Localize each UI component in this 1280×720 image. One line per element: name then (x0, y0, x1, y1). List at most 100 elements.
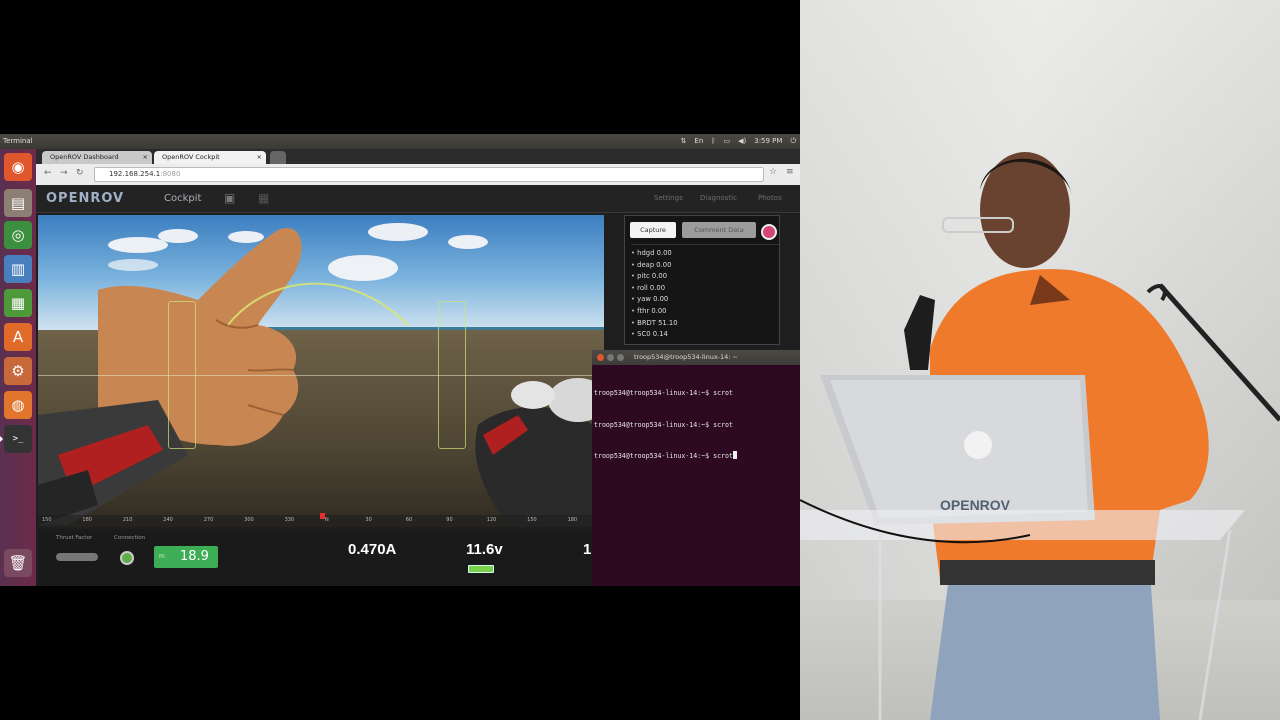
sound-icon[interactable]: ⇅ (681, 134, 687, 149)
firefox-icon[interactable]: ◍ (4, 391, 32, 419)
clock[interactable]: 3:59 PM (754, 134, 782, 149)
tab-dashboard[interactable]: OpenROV Dashboard × (42, 151, 152, 164)
speaker-photo: OPENROV (800, 0, 1280, 720)
url-port: :8080 (160, 170, 181, 178)
telemetry-item: yaw 0.00 (631, 294, 779, 306)
compass-tick: 30 (365, 517, 372, 523)
cockpit-header: OPENROV Cockpit ▣ ▦ Settings Diagnostic … (36, 185, 800, 213)
rov-hull-parts (38, 378, 604, 527)
trash-icon[interactable]: 🗑 (4, 549, 32, 577)
dash-icon[interactable]: ◉ (4, 153, 32, 181)
terminal-icon[interactable]: >_ (0, 425, 32, 453)
close-icon[interactable]: × (143, 151, 148, 164)
current-readout: 0.470A (348, 541, 397, 558)
active-app-name: Terminal (3, 137, 33, 145)
chrome-icon[interactable]: ◎ (4, 221, 32, 249)
writer-icon[interactable]: ▥ (4, 255, 32, 283)
photos-link[interactable]: Photos (758, 194, 782, 202)
depth-gauge-left (168, 301, 196, 449)
openrov-logo: OPENROV (46, 191, 125, 206)
telemetry-item: pitc 0.00 (631, 271, 779, 283)
comment-data-button[interactable]: Comment Data (682, 222, 756, 238)
battery-icon (468, 565, 494, 573)
address-bar: ← → ↻ 192.168.254.1:8080 ☆ ≡ (36, 164, 800, 185)
compass-tick: 300 (244, 517, 254, 523)
tab-cockpit[interactable]: OpenROV Cockpit × (154, 151, 266, 164)
tab-label: OpenROV Dashboard (50, 153, 119, 161)
reload-icon[interactable]: ↻ (76, 168, 84, 178)
compass-tick: N (325, 517, 329, 523)
capture-button[interactable]: Capture (630, 222, 676, 238)
cloud (368, 223, 428, 241)
compass-tick: 90 (446, 517, 453, 523)
diagnostic-link[interactable]: Diagnostic (700, 194, 737, 202)
bluetooth-icon[interactable]: ᛒ (711, 134, 715, 149)
compass-tick: 60 (405, 517, 413, 523)
compass-tick: 330 (284, 517, 295, 523)
telemetry-item: deap 0.00 (631, 260, 779, 272)
tab-label: OpenROV Cockpit (162, 153, 220, 161)
compass-tick: 270 (203, 517, 214, 523)
terminal-line: troop534@troop534-linux-14:~$ scrot (594, 420, 733, 429)
speaker-illustration: OPENROV (800, 152, 1280, 720)
bookmark-star-icon[interactable]: ☆ (769, 167, 777, 177)
compass-tick: 210 (122, 517, 133, 523)
power-icon[interactable]: ⏻ (790, 134, 796, 149)
telemetry-item: roll 0.00 (631, 283, 779, 295)
cockpit-title: Cockpit (164, 193, 202, 204)
battery-icon[interactable]: ▭ (723, 134, 730, 149)
depth-unit: m (159, 553, 165, 560)
back-icon[interactable]: ← (44, 168, 52, 178)
heading-gauge-right (438, 301, 466, 449)
partial-readout: 1 (583, 541, 592, 558)
telemetry-list: hdgd 0.00deap 0.00pitc 0.00roll 0.00yaw … (631, 244, 779, 344)
compass-tick: 150 (42, 517, 52, 523)
connection-indicator (120, 551, 134, 565)
compass-tick: 240 (163, 517, 173, 523)
gamepad-icon[interactable]: ▦ (258, 191, 269, 205)
launcher: ◉ ▤ ◎ ▥ ▦ A ⚙ ◍ >_ 🗑 (0, 149, 36, 586)
terminal-line-text: troop534@troop534-linux-14:~$ scrot (594, 452, 733, 460)
telemetry-item: hdgd 0.00 (631, 248, 779, 260)
horizon-line (38, 375, 604, 376)
telemetry-item: fthr 0.00 (631, 306, 779, 318)
terminal-titlebar: troop534@troop534-linux-14: ~ (592, 350, 800, 365)
software-center-icon[interactable]: A (4, 323, 32, 351)
terminal-title: troop534@troop534-linux-14: ~ (634, 353, 738, 361)
cloud (448, 235, 488, 249)
data-panel: Capture Comment Data hdgd 0.00deap 0.00p… (624, 215, 780, 345)
compass-tick: 180 (82, 517, 92, 523)
compass-strip: 150 180 210 240 270 300 330 N 30 60 90 120 150 180 (38, 513, 604, 527)
minimize-icon[interactable] (607, 354, 614, 361)
settings-link[interactable]: Settings (654, 194, 683, 202)
volume-icon[interactable]: ◀) (738, 134, 746, 149)
camera-icon[interactable]: ▣ (224, 191, 235, 205)
depth-value: 18.9 (180, 549, 209, 564)
terminal-window: troop534@troop534-linux-14: ~ troop534@t… (592, 350, 800, 586)
terminal-line: troop534@troop534-linux-14:~$ scrot (594, 389, 733, 397)
menu-icon[interactable]: ≡ (786, 167, 794, 177)
thrust-factor-slider[interactable] (56, 553, 98, 561)
close-icon[interactable]: × (257, 151, 262, 164)
files-icon[interactable]: ▤ (4, 189, 32, 217)
telemetry-item: BRDT 51.10 (631, 318, 779, 330)
thrust-factor-label: Thrust Factor (56, 535, 93, 541)
record-icon[interactable] (761, 224, 777, 240)
connection-label: Connection (114, 535, 146, 541)
video-feed: 150 180 210 240 270 300 330 N 30 60 90 120 150 180 (38, 215, 604, 527)
terminal-line: troop534@troop534-linux-14:~$ scrot (594, 451, 798, 462)
close-icon[interactable] (597, 354, 604, 361)
depth-readout: m 18.9 (154, 546, 218, 568)
compass-tick: 180 (567, 517, 578, 523)
new-tab-button[interactable] (270, 151, 286, 164)
telemetry-item: SC0 0.14 (631, 329, 779, 341)
forward-icon[interactable]: → (60, 168, 68, 178)
maximize-icon[interactable] (617, 354, 624, 361)
calc-icon[interactable]: ▦ (4, 289, 32, 317)
voltage-readout: 11.6v (466, 541, 503, 558)
url-field[interactable]: 192.168.254.1:8080 (94, 167, 764, 182)
settings-icon[interactable]: ⚙ (4, 357, 32, 385)
language-indicator[interactable]: En (694, 134, 703, 149)
terminal-output[interactable]: troop534@troop534-linux-14:~$ scrot troo… (594, 367, 798, 483)
compass-tick: 120 (486, 517, 497, 523)
